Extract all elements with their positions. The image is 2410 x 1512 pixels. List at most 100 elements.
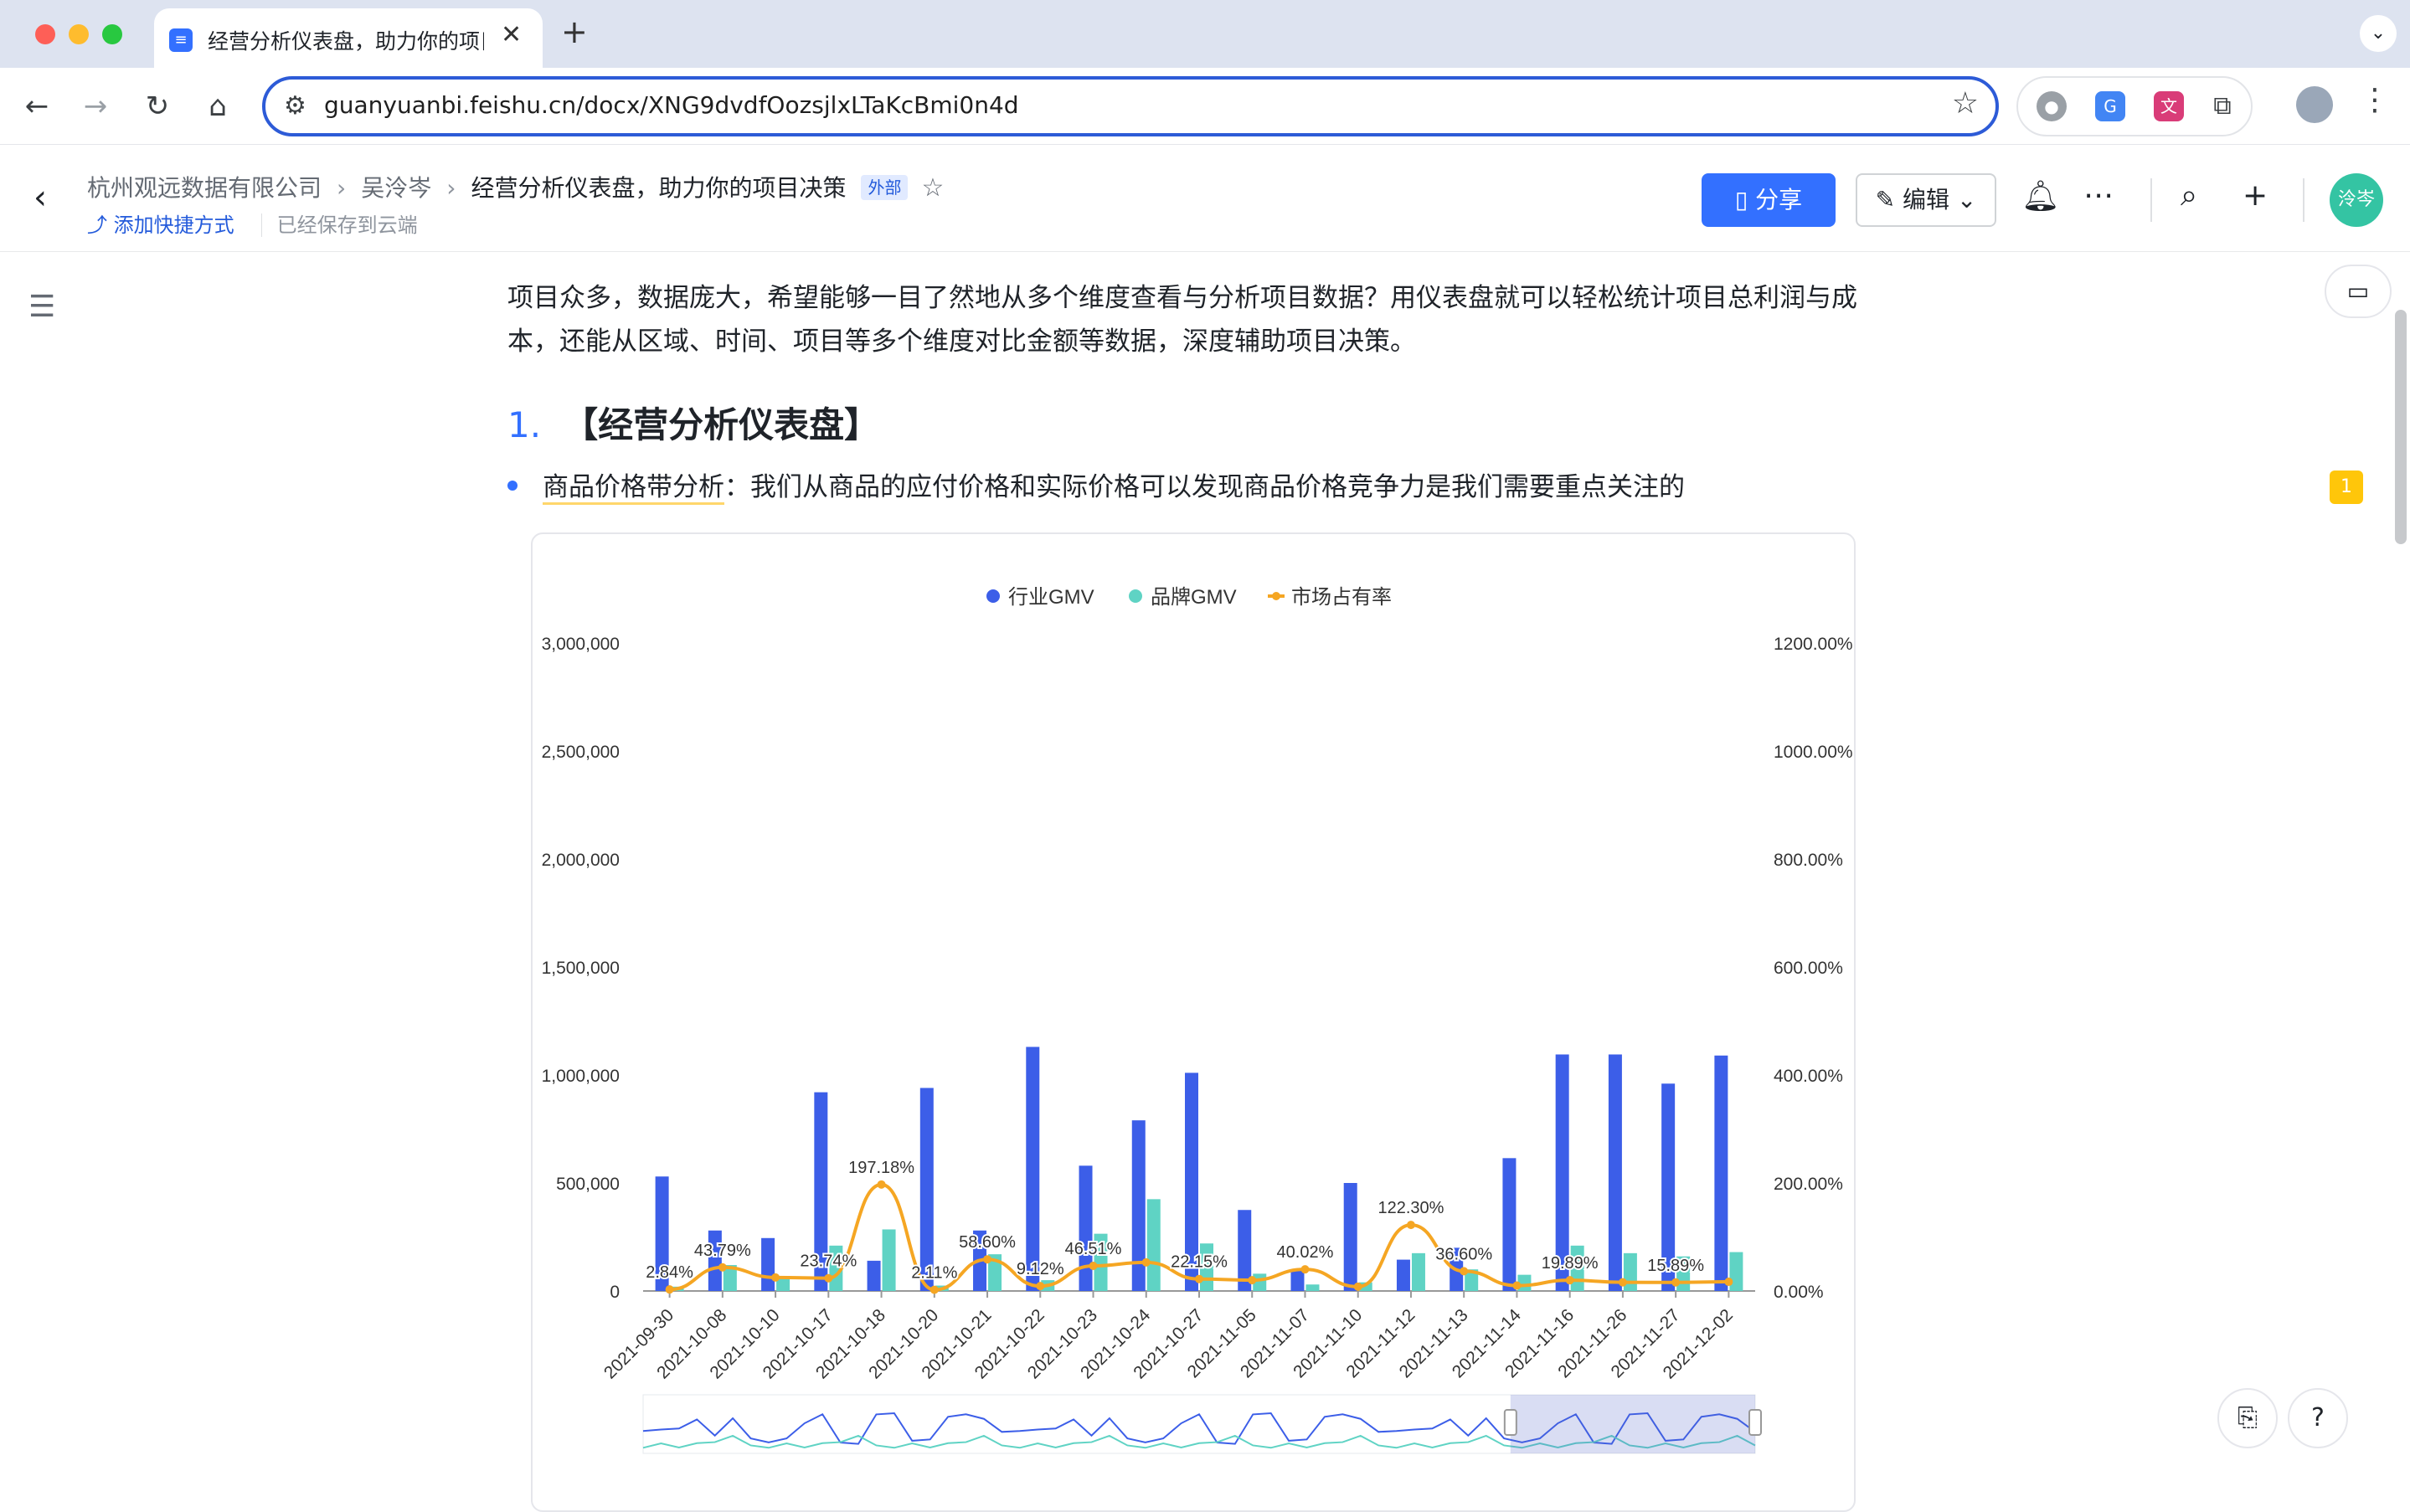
line-point-market-share	[824, 1273, 833, 1283]
bar-industry-gmv	[1079, 1165, 1093, 1291]
breadcrumb-item-owner[interactable]: 吴泠岑	[361, 174, 431, 202]
translate-extension-icon[interactable]: G	[2095, 91, 2125, 121]
more-icon[interactable]: ⋯	[2083, 178, 2114, 213]
share-button[interactable]: ▯ 分享	[1702, 173, 1836, 227]
y-left-tick-label: 0	[610, 1283, 620, 1302]
user-avatar[interactable]: 泠岑	[2330, 173, 2383, 227]
chevron-right-icon: ›	[446, 174, 456, 202]
comment-count-badge[interactable]: 1	[2330, 471, 2363, 504]
profile-avatar[interactable]	[2296, 86, 2333, 123]
gmv-chart[interactable]: 行业GMV 品牌GMV 市场占有率 0 500,000 1,000,000 1,500,00…	[533, 534, 1856, 1512]
data-label-market-share: 43.79%	[694, 1242, 751, 1260]
line-point-market-share	[1089, 1262, 1098, 1271]
close-window-button[interactable]	[35, 24, 55, 44]
slider-handle[interactable]	[1503, 1409, 1517, 1436]
header-divider	[2150, 178, 2152, 222]
data-label-market-share: 58.60%	[959, 1233, 1016, 1252]
line-point-market-share	[665, 1285, 674, 1294]
bar-brand-gmv	[1411, 1252, 1425, 1291]
edit-label: 编辑	[1902, 186, 1949, 213]
y-left-tick-label: 3,000,000	[542, 635, 620, 654]
browser-menu-icon[interactable]: ⋮	[2360, 83, 2390, 117]
minimize-window-button[interactable]	[69, 24, 89, 44]
add-shortcut-label: 添加快捷方式	[113, 213, 234, 237]
add-icon[interactable]: +	[2243, 178, 2268, 213]
data-label-market-share: 36.60%	[1435, 1245, 1492, 1263]
home-icon[interactable]: ⌂	[198, 86, 238, 126]
site-settings-icon[interactable]: ⚙	[284, 91, 306, 121]
scrollbar-thumb[interactable]	[2395, 310, 2407, 544]
y-right-tick-label: 1000.00%	[1774, 743, 1853, 762]
doc-title[interactable]: 经营分析仪表盘，助力你的项目决策	[471, 174, 846, 202]
line-point-market-share	[1565, 1276, 1574, 1285]
pencil-icon: ✎	[1875, 186, 1903, 213]
line-point-market-share	[1353, 1282, 1362, 1291]
outline-toggle-icon[interactable]: ☰	[28, 290, 55, 324]
edit-mode-button[interactable]: ✎ 编辑 ⌄	[1856, 173, 1996, 227]
bar-industry-gmv	[1026, 1047, 1040, 1291]
new-tab-icon[interactable]: +	[561, 13, 588, 50]
bar-industry-gmv	[708, 1230, 722, 1291]
y-right-tick-label: 400.00%	[1774, 1067, 1843, 1086]
data-label-market-share: 122.30%	[1378, 1199, 1444, 1217]
reload-icon[interactable]: ↻	[137, 86, 178, 126]
bar-industry-gmv	[1343, 1183, 1357, 1291]
y-right-tick-label: 800.00%	[1774, 851, 1843, 870]
comment-icon: ▭	[2346, 277, 2370, 305]
doc-assistant-icon[interactable]: ⎘	[2217, 1388, 2278, 1448]
bar-brand-gmv	[882, 1229, 896, 1291]
favorite-star-icon[interactable]: ☆	[921, 173, 944, 203]
y-right-tick-label: 600.00%	[1774, 959, 1843, 978]
bookmark-star-icon[interactable]: ☆	[1952, 86, 1979, 121]
data-label-market-share: 40.02%	[1277, 1243, 1334, 1262]
line-point-market-share	[1724, 1278, 1733, 1287]
line-point-market-share	[1248, 1276, 1257, 1285]
back-arrow-icon[interactable]: ‹	[33, 178, 47, 217]
y-left-tick-label: 1,000,000	[542, 1067, 620, 1086]
bar-industry-gmv	[1608, 1054, 1622, 1291]
chevron-down-icon: ⌄	[1949, 186, 1977, 213]
legend-label: 品牌GMV	[1151, 586, 1237, 609]
legend-label: 行业GMV	[1008, 586, 1094, 609]
chart-card[interactable]: 行业GMV 品牌GMV 市场占有率 0 500,000 1,000,000 1,500,00…	[531, 532, 1856, 1512]
browser-tab[interactable]: ≡ 经营分析仪表盘，助力你的项目决策 ✕	[154, 8, 543, 68]
slider-window[interactable]	[1510, 1395, 1755, 1453]
line-point-market-share	[1618, 1278, 1627, 1287]
bullet-item: 商品价格带分析：我们从商品的应付价格和实际价格可以发现商品价格竞争力是我们需要重…	[507, 465, 1685, 505]
heading-number: 1.	[507, 404, 542, 445]
search-icon[interactable]: ⌕	[2181, 178, 2197, 213]
add-shortcut-link[interactable]: ⤴ 添加快捷方式	[87, 213, 234, 237]
line-point-market-share	[929, 1285, 939, 1294]
share-label: 分享	[1755, 186, 1803, 213]
line-point-market-share	[1460, 1267, 1469, 1276]
dictionary-extension-icon[interactable]: 文	[2154, 91, 2184, 121]
forward-icon[interactable]: →	[75, 86, 116, 126]
tab-search-icon[interactable]: ⌄	[2360, 15, 2397, 52]
bar-industry-gmv	[919, 1088, 934, 1291]
line-point-market-share	[771, 1273, 780, 1282]
data-label-market-share: 2.84%	[646, 1263, 693, 1282]
intro-paragraph: 项目众多，数据庞大，希望能够一目了然地从多个维度查看与分析项目数据？用仪表盘就可…	[507, 283, 1857, 357]
tab-close-icon[interactable]: ✕	[501, 20, 522, 49]
notification-bell-icon[interactable]: 🔔︎	[2021, 178, 2060, 213]
slider-handle[interactable]	[1748, 1409, 1762, 1436]
breadcrumb-item-company[interactable]: 杭州观远数据有限公司	[87, 174, 322, 202]
doc-subline: ⤴ 添加快捷方式 已经保存到云端	[87, 208, 418, 238]
bar-industry-gmv	[1396, 1259, 1410, 1291]
bullet-text: ：我们从商品的应付价格和实际价格可以发现商品价格竞争力是我们需要重点关注的	[724, 472, 1685, 502]
line-point-market-share	[1512, 1281, 1522, 1290]
back-icon[interactable]: ←	[17, 86, 57, 126]
help-icon[interactable]: ?	[2288, 1388, 2348, 1448]
address-bar[interactable]: ⚙ guanyuanbi.feishu.cn/docx/XNG9dvdfOozs…	[262, 76, 1999, 136]
legend-label: 市场占有率	[1291, 586, 1392, 609]
maximize-window-button[interactable]	[102, 24, 122, 44]
y-left-tick-label: 2,000,000	[542, 851, 620, 870]
line-point-market-share	[1406, 1221, 1415, 1230]
data-label-market-share: 2.11%	[911, 1264, 957, 1283]
puzzle-extensions-icon[interactable]: ⧉	[2207, 91, 2237, 121]
comments-button[interactable]: ▭	[2325, 265, 2392, 318]
y-right-tick-label: 1200.00%	[1774, 635, 1853, 654]
record-extension-icon[interactable]: ●	[2037, 91, 2067, 121]
data-label-market-share: 15.89%	[1647, 1257, 1704, 1275]
bullet-keyword[interactable]: 商品价格带分析	[543, 472, 724, 505]
